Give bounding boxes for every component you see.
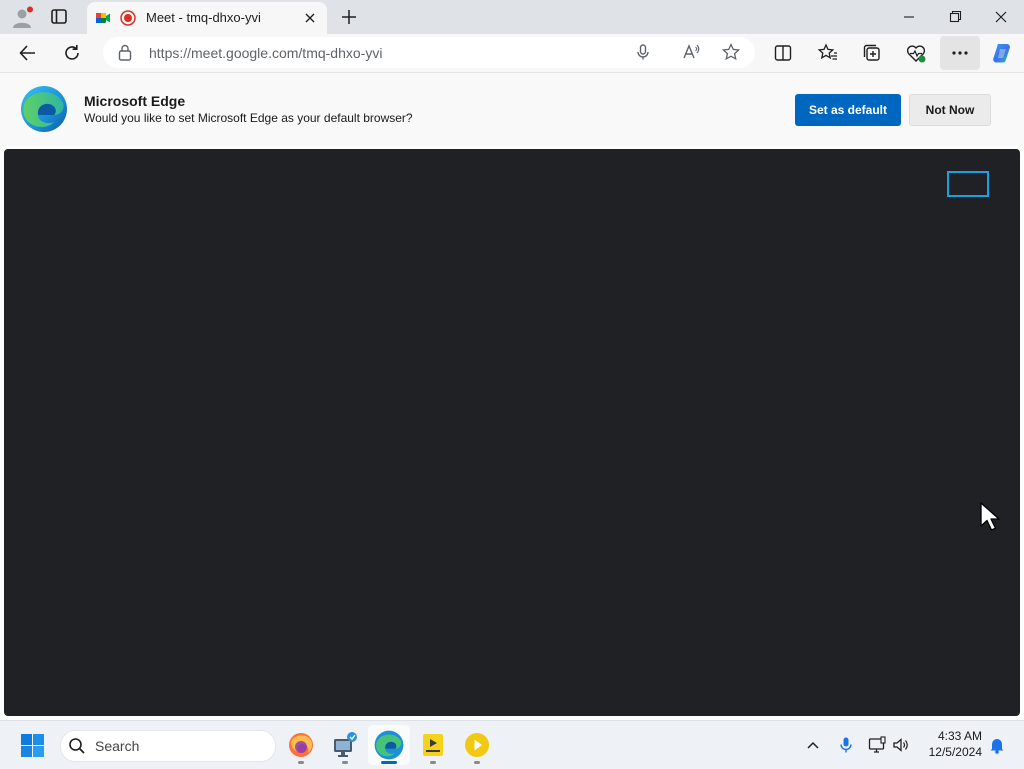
notification-bell-icon[interactable] — [987, 735, 1007, 755]
network-icon[interactable] — [867, 735, 887, 755]
network-tool-icon[interactable] — [330, 730, 360, 760]
windows-taskbar: Search 4:33 AM 12/5/2024 — [0, 720, 1024, 769]
firefox-icon[interactable] — [286, 730, 316, 760]
recording-indicator-icon — [120, 10, 136, 26]
firefox-running-indicator — [298, 761, 304, 764]
show-hidden-icons-chevron-icon[interactable] — [803, 735, 823, 755]
network-tool-running-indicator — [342, 761, 348, 764]
clock-date: 12/5/2024 — [928, 745, 982, 759]
mouse-pointer-icon — [979, 501, 1001, 533]
microphone-icon[interactable] — [633, 42, 653, 62]
search-icon — [68, 737, 86, 755]
taskbar-search-box[interactable]: Search — [60, 730, 276, 762]
profile-avatar-icon[interactable] — [10, 6, 34, 30]
address-bar[interactable]: https://meet.google.com/tmq-dhxo-yvi — [103, 37, 755, 68]
clock-time: 4:33 AM — [937, 729, 982, 743]
windows-start-icon[interactable] — [21, 734, 44, 757]
set-as-default-button[interactable]: Set as default — [795, 94, 901, 126]
tab-actions-icon[interactable] — [50, 8, 70, 26]
tab-close-icon[interactable] — [300, 8, 320, 28]
tab-title: Meet - tmq-dhxo-yvi — [146, 10, 261, 25]
tray-microphone-icon[interactable] — [836, 735, 856, 755]
meet-video-area[interactable] — [4, 149, 1020, 716]
browser-titlebar: Meet - tmq-dhxo-yvi — [0, 0, 1024, 34]
restore-icon[interactable] — [941, 6, 969, 28]
infobar-title: Microsoft Edge — [84, 93, 186, 109]
settings-more-button[interactable] — [940, 36, 980, 70]
close-window-icon[interactable] — [987, 6, 1015, 28]
favorite-star-icon[interactable] — [721, 42, 741, 62]
back-arrow-icon[interactable] — [17, 42, 39, 64]
edge-logo-icon — [20, 85, 68, 133]
tab-meet[interactable]: Meet - tmq-dhxo-yvi — [87, 2, 327, 34]
edge-active-indicator — [381, 761, 397, 764]
web-content — [0, 146, 1024, 720]
favorites-icon[interactable] — [817, 42, 839, 64]
refresh-icon[interactable] — [61, 42, 83, 64]
site-info-lock-icon[interactable] — [117, 44, 133, 61]
browser-essentials-icon[interactable] — [905, 42, 927, 64]
minimize-icon[interactable] — [895, 6, 923, 28]
collections-icon[interactable] — [861, 42, 883, 64]
copilot-icon[interactable] — [990, 41, 1014, 65]
system-clock[interactable]: 4:33 AM 12/5/2024 — [912, 728, 982, 760]
edge-icon[interactable] — [374, 730, 404, 760]
media-play-icon[interactable] — [462, 730, 492, 760]
url-text[interactable]: https://meet.google.com/tmq-dhxo-yvi — [149, 45, 382, 61]
not-now-button[interactable]: Not Now — [909, 94, 991, 126]
infobar-message: Would you like to set Microsoft Edge as … — [84, 111, 413, 125]
player-icon[interactable] — [418, 730, 448, 760]
volume-icon[interactable] — [891, 735, 911, 755]
split-screen-icon[interactable] — [772, 42, 794, 64]
player-running-indicator — [430, 761, 436, 764]
new-tab-plus-icon[interactable] — [338, 6, 360, 28]
media-play-running-indicator — [474, 761, 480, 764]
focus-outline[interactable] — [947, 171, 989, 197]
read-aloud-icon[interactable] — [681, 42, 701, 62]
google-meet-icon — [95, 10, 111, 26]
default-browser-infobar: Microsoft Edge Would you like to set Mic… — [0, 72, 1024, 147]
taskbar-search-label: Search — [95, 738, 140, 754]
browser-toolbar: https://meet.google.com/tmq-dhxo-yvi — [0, 34, 1024, 72]
